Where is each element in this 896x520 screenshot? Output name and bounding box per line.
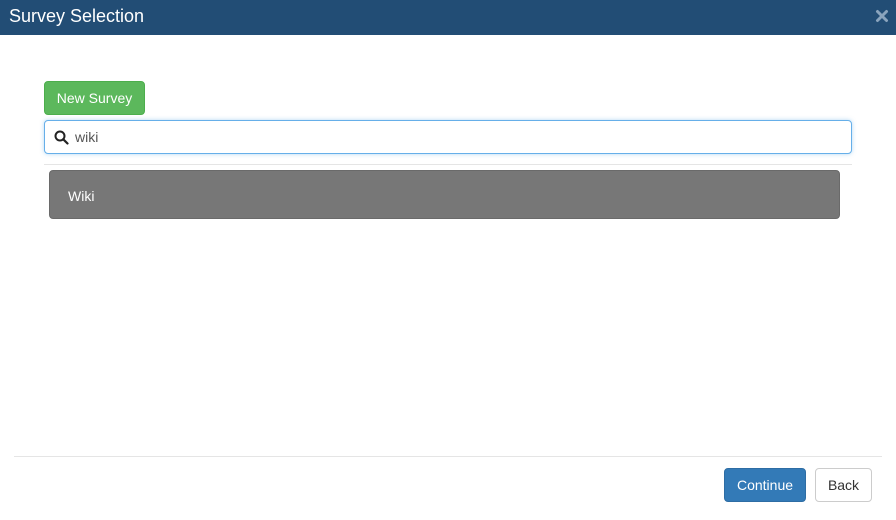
dialog-titlebar: Survey Selection <box>0 0 896 35</box>
close-icon[interactable] <box>875 9 889 23</box>
survey-list-item-label: Wiki <box>68 188 95 204</box>
dialog-title: Survey Selection <box>9 6 145 26</box>
survey-selection-dialog: Survey Selection New Survey Wiki Continu… <box>0 0 896 520</box>
footer-divider <box>14 456 882 457</box>
divider <box>44 164 852 165</box>
survey-list-item[interactable]: Wiki <box>49 170 840 219</box>
search-box[interactable] <box>44 120 852 154</box>
new-survey-button[interactable]: New Survey <box>44 81 145 115</box>
continue-button[interactable]: Continue <box>724 468 806 502</box>
search-icon <box>54 130 69 145</box>
search-input[interactable] <box>75 122 835 152</box>
back-button[interactable]: Back <box>815 468 872 502</box>
